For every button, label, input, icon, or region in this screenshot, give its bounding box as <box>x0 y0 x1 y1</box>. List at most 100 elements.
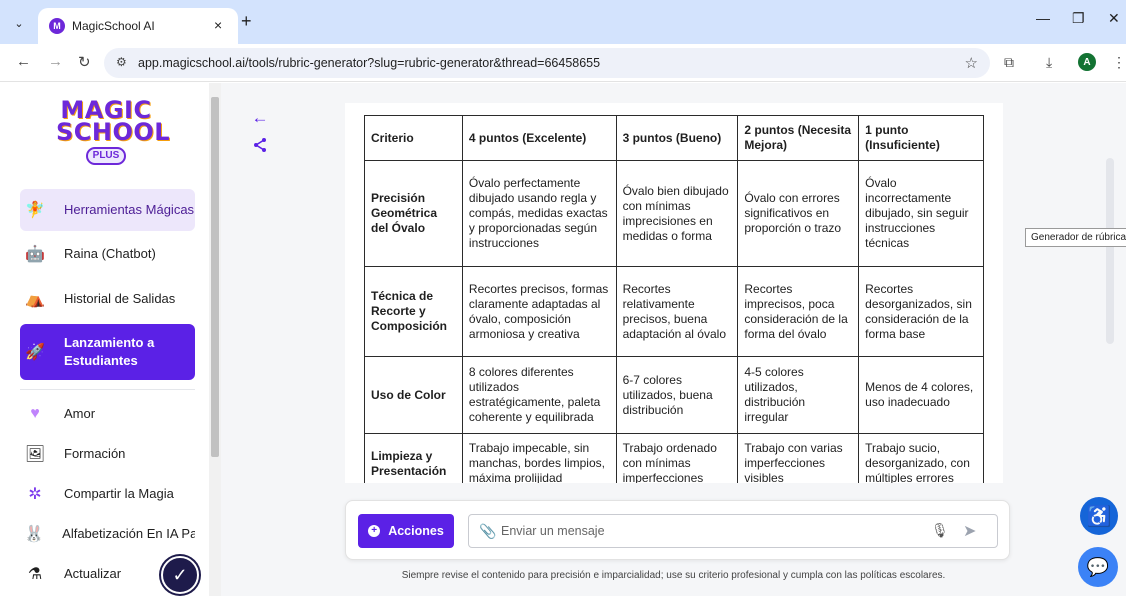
table-row: Uso de Color 8 colores diferentes utiliz… <box>364 356 984 434</box>
sidebar-scroll-thumb[interactable] <box>211 97 219 457</box>
table-cell: 8 colores diferentes utilizados estratég… <box>461 356 617 434</box>
header-1-punto: 1 punto (Insuficiente) <box>858 115 984 161</box>
header-criterio: Criterio <box>364 115 463 161</box>
sidebar-item-historial[interactable]: ⛺ Historial de Salidas <box>20 278 195 320</box>
back-arrow-icon[interactable]: ← <box>249 107 271 129</box>
actions-label: Acciones <box>388 524 444 538</box>
history-icon: ⛺ <box>25 291 45 308</box>
table-cell: Trabajo impecable, sin manchas, bordes l… <box>461 433 617 483</box>
sidebar-item-alfabetizacion[interactable]: 🐰 Alfabetización En IA Para E <box>20 513 195 555</box>
robot-icon: 🤖 <box>25 246 45 263</box>
close-icon[interactable]: ✕ <box>1108 10 1120 27</box>
message-box: 📎 🎙 ➤ <box>468 514 998 548</box>
chat-composer: + Acciones 📎 🎙 ➤ <box>345 500 1010 560</box>
magicschool-favicon-icon: M <box>49 18 65 34</box>
tab-title: MagicSchool AI <box>72 19 155 33</box>
new-tab-icon[interactable]: + <box>241 11 252 32</box>
table-header-row: Criterio 4 puntos (Excelente) 3 puntos (… <box>364 115 984 161</box>
magicschool-logo[interactable]: MAGIC SCHOOL PLUS <box>56 98 171 165</box>
browser-tab[interactable]: M MagicSchool AI × <box>38 8 238 44</box>
sidebar: MAGIC SCHOOL PLUS 🧚 Herramientas Mágicas… <box>0 83 209 596</box>
sidebar-item-label: Herramientas Mágicas <box>64 202 195 217</box>
table-cell: Trabajo con varias imperfecciones visibl… <box>737 433 860 483</box>
microphone-icon[interactable]: 🎙 <box>931 522 949 539</box>
heart-icon: ♥ <box>30 405 40 422</box>
chat-support-icon[interactable]: 💬 <box>1078 547 1118 587</box>
sidebar-item-label: Raina (Chatbot) <box>64 246 156 261</box>
share-magic-icon: ✲ <box>28 486 42 503</box>
table-cell: Recortes relativamente precisos, buena a… <box>615 266 739 357</box>
plus-badge: PLUS <box>86 147 126 165</box>
sidebar-item-compartir[interactable]: ✲ Compartir la Magia <box>20 473 195 515</box>
table-cell: Óvalo perfectamente dibujado usando regl… <box>461 160 617 267</box>
downloads-icon[interactable]: ⤓ <box>1046 54 1052 71</box>
share-icon-svg <box>254 138 266 152</box>
table-cell: Trabajo ordenado con mínimas imperfeccio… <box>615 433 739 483</box>
restore-icon[interactable]: ❐ <box>1072 10 1085 27</box>
rubric-document: Criterio 4 puntos (Excelente) 3 puntos (… <box>345 103 1003 483</box>
sidebar-scrollbar[interactable] <box>209 83 221 596</box>
extensions-icon[interactable]: ⧉ <box>1004 54 1014 71</box>
paperclip-icon[interactable]: 📎 <box>479 523 496 540</box>
table-cell: Óvalo incorrectamente dibujado, sin segu… <box>858 160 984 267</box>
table-cell: Óvalo con errores significativos en prop… <box>737 160 860 267</box>
accessibility-icon[interactable]: ♿ <box>1080 497 1118 535</box>
main-content: ← Criterio 4 puntos (Excelente) 3 puntos… <box>221 83 1126 596</box>
actions-button[interactable]: + Acciones <box>358 514 454 548</box>
logo-line-2: SCHOOL <box>56 118 171 146</box>
header-2-puntos: 2 puntos (Necesita Mejora) <box>737 115 860 161</box>
sidebar-item-formacion[interactable]: 🖼 Formación <box>20 433 195 475</box>
table-cell: Óvalo bien dibujado con mínimas imprecis… <box>615 160 739 267</box>
sidebar-item-raina[interactable]: 🤖 Raina (Chatbot) <box>20 233 195 275</box>
table-cell: Trabajo sucio, desorganizado, con múltip… <box>858 433 984 483</box>
magic-tools-icon: 🧚 <box>25 202 45 219</box>
sidebar-item-label: Formación <box>64 446 126 461</box>
browser-toolbar: ← → ↻ ⚙ app.magicschool.ai/tools/rubric-… <box>0 44 1126 82</box>
send-icon[interactable]: ➤ <box>963 521 976 541</box>
table-cell: 4-5 colores utilizados, distribución irr… <box>737 356 860 434</box>
criterion-cell: Técnica de Recorte y Composición <box>364 266 463 357</box>
minimize-icon[interactable]: — <box>1036 10 1050 26</box>
header-3-puntos: 3 puntos (Bueno) <box>615 115 739 161</box>
sidebar-item-label: Historial de Salidas <box>64 291 176 306</box>
rocket-icon: 🚀 <box>25 344 45 361</box>
reload-icon[interactable]: ↻ <box>78 53 91 71</box>
checklist-help-icon[interactable]: ✓ <box>161 556 199 594</box>
potion-icon: ⚗ <box>27 566 43 583</box>
sidebar-item-lanzamiento[interactable]: 🚀 Lanzamiento a Estudiantes <box>20 324 195 380</box>
table-cell: Recortes desorganizados, sin consideraci… <box>858 266 984 357</box>
site-info-icon[interactable]: ⚙ <box>116 55 127 69</box>
sidebar-item-amor[interactable]: ♥ Amor <box>20 393 195 435</box>
rubric-table: Criterio 4 puntos (Excelente) 3 puntos (… <box>364 115 984 483</box>
table-row: Precisión Geométrica del Óvalo Óvalo per… <box>364 160 984 267</box>
forward-icon[interactable]: → <box>48 53 63 70</box>
profile-avatar[interactable]: A <box>1078 53 1096 71</box>
sidebar-item-herramientas[interactable]: 🧚 Herramientas Mágicas <box>20 189 195 231</box>
tab-close-icon[interactable]: × <box>214 17 222 33</box>
easel-icon: 🖼 <box>24 446 46 463</box>
back-icon[interactable]: ← <box>16 53 31 70</box>
message-input[interactable] <box>501 521 921 541</box>
star-icon[interactable]: ☆ <box>965 54 978 72</box>
criterion-cell: Precisión Geométrica del Óvalo <box>364 160 463 267</box>
criterion-cell: Limpieza y Presentación <box>364 433 463 483</box>
table-row: Técnica de Recorte y Composición Recorte… <box>364 266 984 357</box>
share-icon[interactable] <box>249 134 271 156</box>
table-cell: Recortes imprecisos, poca consideración … <box>737 266 860 357</box>
sidebar-item-label: Compartir la Magia <box>64 486 174 501</box>
table-row: Limpieza y Presentación Trabajo impecabl… <box>364 433 984 483</box>
browser-tab-bar: ⌄ M MagicSchool AI × + — ❐ ✕ <box>0 0 1126 44</box>
tab-list-icon[interactable]: ⌄ <box>8 12 30 34</box>
sidebar-item-label: Alfabetización En IA Para E <box>62 526 195 541</box>
sidebar-divider <box>20 389 195 390</box>
content-scrollbar[interactable] <box>1106 158 1114 344</box>
sidebar-item-label: Amor <box>64 406 96 421</box>
tooltip: Generador de rúbricas <box>1025 228 1126 247</box>
menu-icon[interactable]: ⋮ <box>1112 54 1126 71</box>
plus-circle-icon: + <box>368 525 381 537</box>
table-cell: 6-7 colores utilizados, buena distribuci… <box>615 356 739 434</box>
disclaimer-text: Siempre revise el contenido para precisi… <box>401 570 946 581</box>
table-cell: Menos de 4 colores, uso inadecuado <box>858 356 984 434</box>
address-bar[interactable]: ⚙ app.magicschool.ai/tools/rubric-genera… <box>104 48 990 78</box>
table-cell: Recortes precisos, formas claramente ada… <box>461 266 617 357</box>
